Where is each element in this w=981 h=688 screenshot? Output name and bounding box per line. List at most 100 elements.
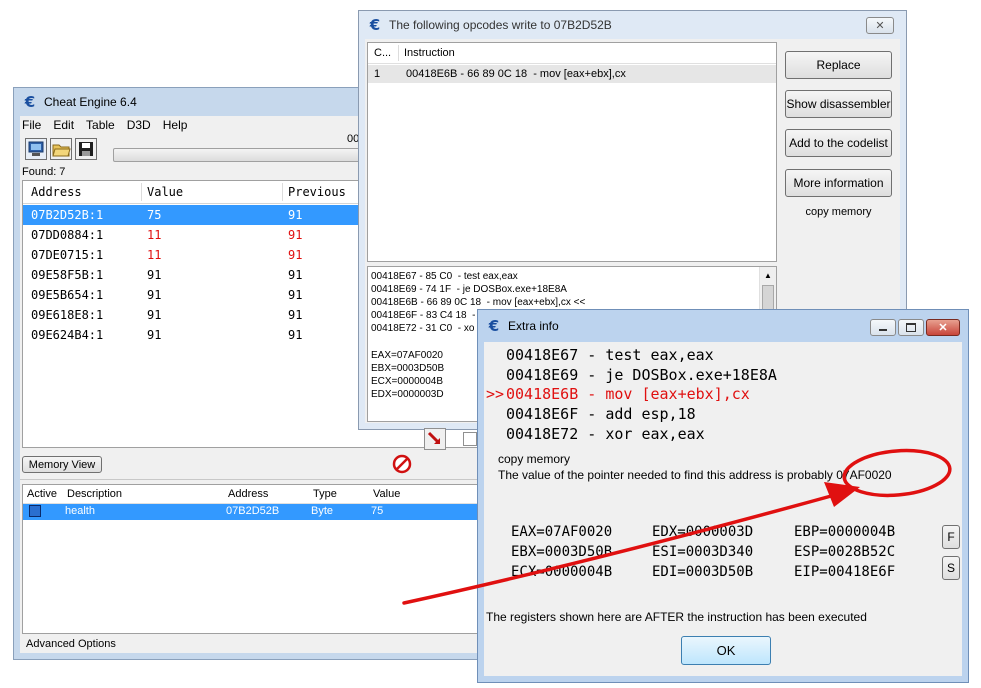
col-active[interactable]: Active [27,488,57,500]
register-value: EDI=0003D50B [652,564,754,580]
pointer-scan-icon[interactable] [424,428,446,450]
result-value: 91 [147,268,162,282]
stop-icon[interactable] [392,454,412,474]
ce-window-title: Cheat Engine 6.4 [44,95,137,109]
menu-help[interactable]: Help [157,118,194,132]
disassembly-line[interactable]: 00418E6B - 66 89 0C 18 - mov [eax+ebx],c… [371,296,585,309]
menu-file[interactable]: File [20,118,47,132]
code-line: 00418E69 - je DOSBox.exe+18E8A [486,366,777,386]
register-value: EBP=0000004B [794,524,896,540]
opcodes-title: The following opcodes write to 07B2D52B [389,18,612,32]
menu-d3d[interactable]: D3D [121,118,157,132]
header-instruction[interactable]: Instruction [404,47,455,59]
result-address: 09E5B654:1 [31,288,104,302]
scroll-up-icon[interactable]: ▲ [764,269,772,282]
register-line: EDX=0000003D [371,389,444,400]
advanced-options[interactable]: Advanced Options [26,638,116,650]
maximize-icon [906,323,916,332]
result-previous: 91 [288,228,303,242]
row-description: health [65,505,95,517]
result-address: 09E58F5B:1 [31,268,104,282]
header-address[interactable]: Address [31,185,82,199]
code-text: 00418E67 - test eax,eax [506,346,714,364]
f-button[interactable]: F [942,525,960,549]
code-line: 00418E6F - add esp,18 [486,405,777,425]
registers-note: The registers shown here are AFTER the i… [486,610,867,624]
register-value: ESP=0028B52C [794,544,896,560]
opcodes-header: C... Instruction [368,43,776,64]
col-type[interactable]: Type [313,488,337,500]
result-value: 91 [147,328,162,342]
found-count: Found: 7 [22,166,66,178]
disassembly-line[interactable]: 00418E69 - 74 1F - je DOSBox.exe+18E8A [371,283,585,296]
menu-edit[interactable]: Edit [47,118,80,132]
opcode-row[interactable]: 1 00418E6B - 66 89 0C 18 - mov [eax+ebx]… [368,65,776,83]
result-value: 91 [147,288,162,302]
active-checkbox[interactable] [29,505,41,517]
open-file-button[interactable] [50,138,72,160]
cheat-table[interactable]: Active Description Address Type Value he… [22,484,482,634]
pointer-value-text: The value of the pointer needed to find … [498,468,892,482]
small-checkbox[interactable] [463,432,477,446]
more-information-button[interactable]: More information [785,169,892,197]
ok-button[interactable]: OK [681,636,771,665]
splitter[interactable] [20,479,482,482]
col-address[interactable]: Address [228,488,268,500]
header-value[interactable]: Value [147,185,183,199]
result-value: 11 [147,228,162,242]
row-type: Byte [311,505,334,517]
cheat-engine-logo-icon: € [369,16,381,34]
minimize-icon [879,329,887,331]
cheat-table-header: Active Description Address Type Value [23,485,481,504]
header-divider [141,183,142,201]
replace-button[interactable]: Replace [785,51,892,79]
floppy-disk-icon [79,142,93,156]
code-text: 00418E69 - je DOSBox.exe+18E8A [506,365,777,384]
register-value: EAX=07AF0020 [511,524,613,540]
code-listing: 00418E67 - test eax,eax 00418E69 - je DOS… [486,346,777,445]
header-divider [282,183,283,201]
header-count[interactable]: C... [374,47,391,59]
register-value: ESI=0003D340 [652,544,754,560]
extra-info-window: € Extra info ✕ 00418E67 - test eax,eax 00… [477,309,969,683]
row-address: 07B2D52B [226,505,280,517]
computer-icon [28,141,44,156]
result-value: 91 [147,308,162,322]
result-previous: 91 [288,288,303,302]
extra-info-title: Extra info [508,319,559,333]
header-previous[interactable]: Previous [288,185,346,199]
opcode-registers: EAX=07AF0020 EBX=0003D50B ECX=0000004B EDX=… [371,349,444,401]
save-button[interactable] [75,138,97,160]
result-previous: 91 [288,268,303,282]
minimize-button[interactable] [870,319,896,336]
code-line: 00418E67 - test eax,eax [486,346,777,366]
close-button[interactable]: ✕ [866,17,894,34]
col-description[interactable]: Description [67,488,122,500]
col-value[interactable]: Value [373,488,400,500]
menu-table[interactable]: Table [80,118,121,132]
code-text: 00418E72 - xor eax,eax [506,424,705,443]
register-value: ECX=0000004B [511,564,613,580]
disassembly-line[interactable]: 00418E67 - 85 C0 - test eax,eax [371,270,585,283]
cheat-table-row[interactable]: health 07B2D52B Byte 75 [23,504,481,520]
close-button[interactable]: ✕ [926,319,960,336]
result-previous: 91 [288,248,303,262]
opcodes-list[interactable]: C... Instruction 1 00418E6B - 66 89 0C 1… [367,42,777,262]
add-to-codelist-button[interactable]: Add to the codelist [785,129,892,157]
show-disassembler-button[interactable]: Show disassembler [785,90,892,118]
result-previous: 91 [288,308,303,322]
folder-open-icon [52,144,71,157]
s-button[interactable]: S [942,556,960,580]
register-line: EBX=0003D50B [371,363,445,374]
result-previous: 91 [288,328,303,342]
opcode-instruction: 00418E6B - 66 89 0C 18 - mov [eax+ebx],c… [406,68,626,80]
memory-view-button[interactable]: Memory View [22,456,102,473]
open-process-button[interactable] [25,138,47,160]
maximize-button[interactable] [898,319,924,336]
register-line: ECX=0000004B [371,376,444,387]
copy-memory-label[interactable]: copy memory [498,452,570,466]
result-address: 09E624B4:1 [31,328,104,342]
code-text: 00418E6B - mov [eax+ebx],cx [506,385,750,404]
close-icon: ✕ [875,20,885,32]
copy-memory-label[interactable]: copy memory [785,206,892,218]
